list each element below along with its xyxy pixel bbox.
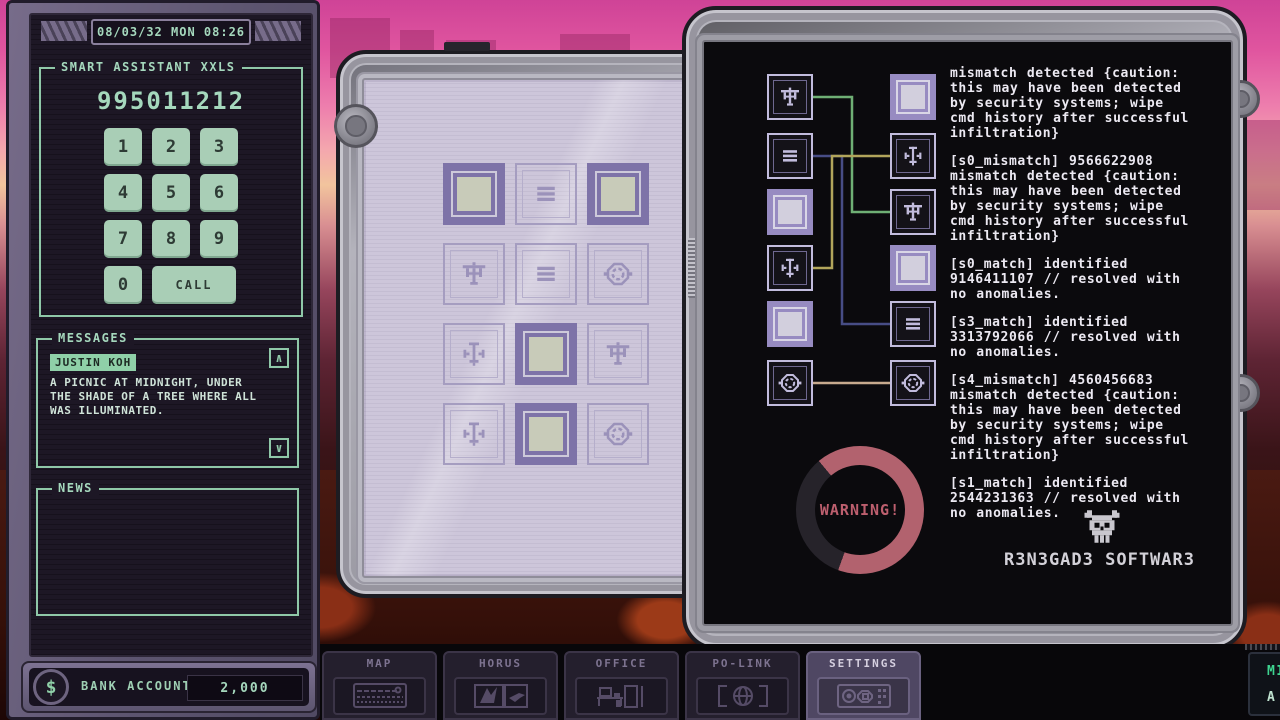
glyph-tile-torii[interactable] xyxy=(767,74,813,120)
glyph-tile-torii[interactable] xyxy=(443,243,505,305)
glyph-tile-lines[interactable] xyxy=(767,133,813,179)
hinge-bolt xyxy=(334,104,378,148)
glyph-tile-octagon[interactable] xyxy=(587,243,649,305)
selected-tile-square[interactable] xyxy=(443,163,505,225)
key-6[interactable]: 6 xyxy=(200,174,238,212)
bank-account-label: BANK ACCOUNT xyxy=(81,679,192,693)
map-icon xyxy=(333,677,426,715)
tab-label: SETTINGS xyxy=(808,653,919,673)
message-body: A PICNIC AT MIDNIGHT, UNDER THE SHADE OF… xyxy=(50,376,264,418)
glyph-tile-octagon[interactable] xyxy=(890,360,936,406)
key-3[interactable]: 3 xyxy=(200,128,238,166)
tab-label: MAP xyxy=(324,653,435,673)
warning-label: WARNING! xyxy=(796,446,924,574)
tab-office[interactable]: OFFICE xyxy=(564,651,679,720)
tab-settings[interactable]: SETTINGS xyxy=(806,651,921,720)
tab-label: HORUS xyxy=(445,653,556,673)
mission-name-value: A PICNIC AT MIDNIGHT xyxy=(1267,690,1280,705)
tab-label: PO-LINK xyxy=(687,653,798,673)
selected-tile-square[interactable] xyxy=(890,74,936,120)
terminal-screen: WARNING! mismatch detected {caution: thi… xyxy=(702,40,1233,626)
glyph-tile-lines[interactable] xyxy=(890,301,936,347)
selected-tile-square[interactable] xyxy=(587,163,649,225)
diagram-nodes xyxy=(704,42,1231,624)
selected-tile-square[interactable] xyxy=(890,245,936,291)
tablet-ridge xyxy=(688,238,697,298)
status-bar-clock: 08/03/32 MON 08:26 xyxy=(91,19,251,45)
tab-map[interactable]: MAP xyxy=(322,651,437,720)
message-sender[interactable]: JUSTIN KOH xyxy=(50,354,136,371)
key-5[interactable]: 5 xyxy=(152,174,190,212)
messages-title: MESSAGES xyxy=(52,331,134,345)
tab-label: OFFICE xyxy=(566,653,677,673)
settings-icon xyxy=(817,677,910,715)
key-1[interactable]: 1 xyxy=(104,128,142,166)
key-9[interactable]: 9 xyxy=(200,220,238,258)
bottom-navbar: MAP HORUS OFFICE PO-LINK SETTINGS MISSION NA… xyxy=(320,644,1280,720)
news-panel: NEWS xyxy=(36,488,299,616)
glyph-tile-lines[interactable] xyxy=(515,163,577,225)
office-icon xyxy=(575,677,668,715)
glyph-tile-torii[interactable] xyxy=(587,323,649,385)
glyph-tile-key[interactable] xyxy=(443,403,505,465)
selected-tile-square[interactable] xyxy=(767,301,813,347)
smart-assistant-title: SMART ASSISTANT XXLS xyxy=(55,60,242,74)
key-2[interactable]: 2 xyxy=(152,128,190,166)
tab-po-link[interactable]: PO-LINK xyxy=(685,651,800,720)
messages-panel: MESSAGES JUSTIN KOH A PICNIC AT MIDNIGHT… xyxy=(36,338,299,468)
glyph-tile-lines[interactable] xyxy=(515,243,577,305)
mission-panel: MISSION NAME A PICNIC AT MIDNIGHT MISSIO… xyxy=(1248,652,1280,716)
tablet-notch xyxy=(444,42,490,51)
dialed-number-display: 995011212 xyxy=(39,87,303,115)
glyph-grid xyxy=(443,163,649,465)
currency-icon: $ xyxy=(33,669,69,705)
horus-icon xyxy=(454,677,547,715)
phone-panel: 08/03/32 MON 08:26 SMART ASSISTANT XXLS … xyxy=(6,0,320,720)
key-7[interactable]: 7 xyxy=(104,220,142,258)
city-silhouette xyxy=(1246,120,1280,210)
scroll-down-button[interactable]: ∨ xyxy=(269,438,289,458)
scroll-up-button[interactable]: ∧ xyxy=(269,348,289,368)
plate-wing-right xyxy=(255,21,301,41)
polink-icon xyxy=(696,677,789,715)
call-button[interactable]: CALL xyxy=(152,266,236,304)
glyph-tile-octagon[interactable] xyxy=(767,360,813,406)
glyph-tile-key[interactable] xyxy=(443,323,505,385)
glyph-tile-torii[interactable] xyxy=(890,189,936,235)
glyph-tile-key[interactable] xyxy=(890,133,936,179)
glyph-tile-key[interactable] xyxy=(767,245,813,291)
selected-tile-square[interactable] xyxy=(515,403,577,465)
mission-name-label: MISSION NAME xyxy=(1267,664,1280,679)
tab-horus[interactable]: HORUS xyxy=(443,651,558,720)
news-title: NEWS xyxy=(52,481,99,495)
selected-tile-square[interactable] xyxy=(515,323,577,385)
key-4[interactable]: 4 xyxy=(104,174,142,212)
selected-tile-square[interactable] xyxy=(767,189,813,235)
key-0[interactable]: 0 xyxy=(104,266,142,304)
key-8[interactable]: 8 xyxy=(152,220,190,258)
glyph-tile-octagon[interactable] xyxy=(587,403,649,465)
bank-balance-value: 2,000 xyxy=(187,675,303,701)
ticker-strip xyxy=(1245,644,1280,650)
plate-wing-left xyxy=(41,21,87,41)
